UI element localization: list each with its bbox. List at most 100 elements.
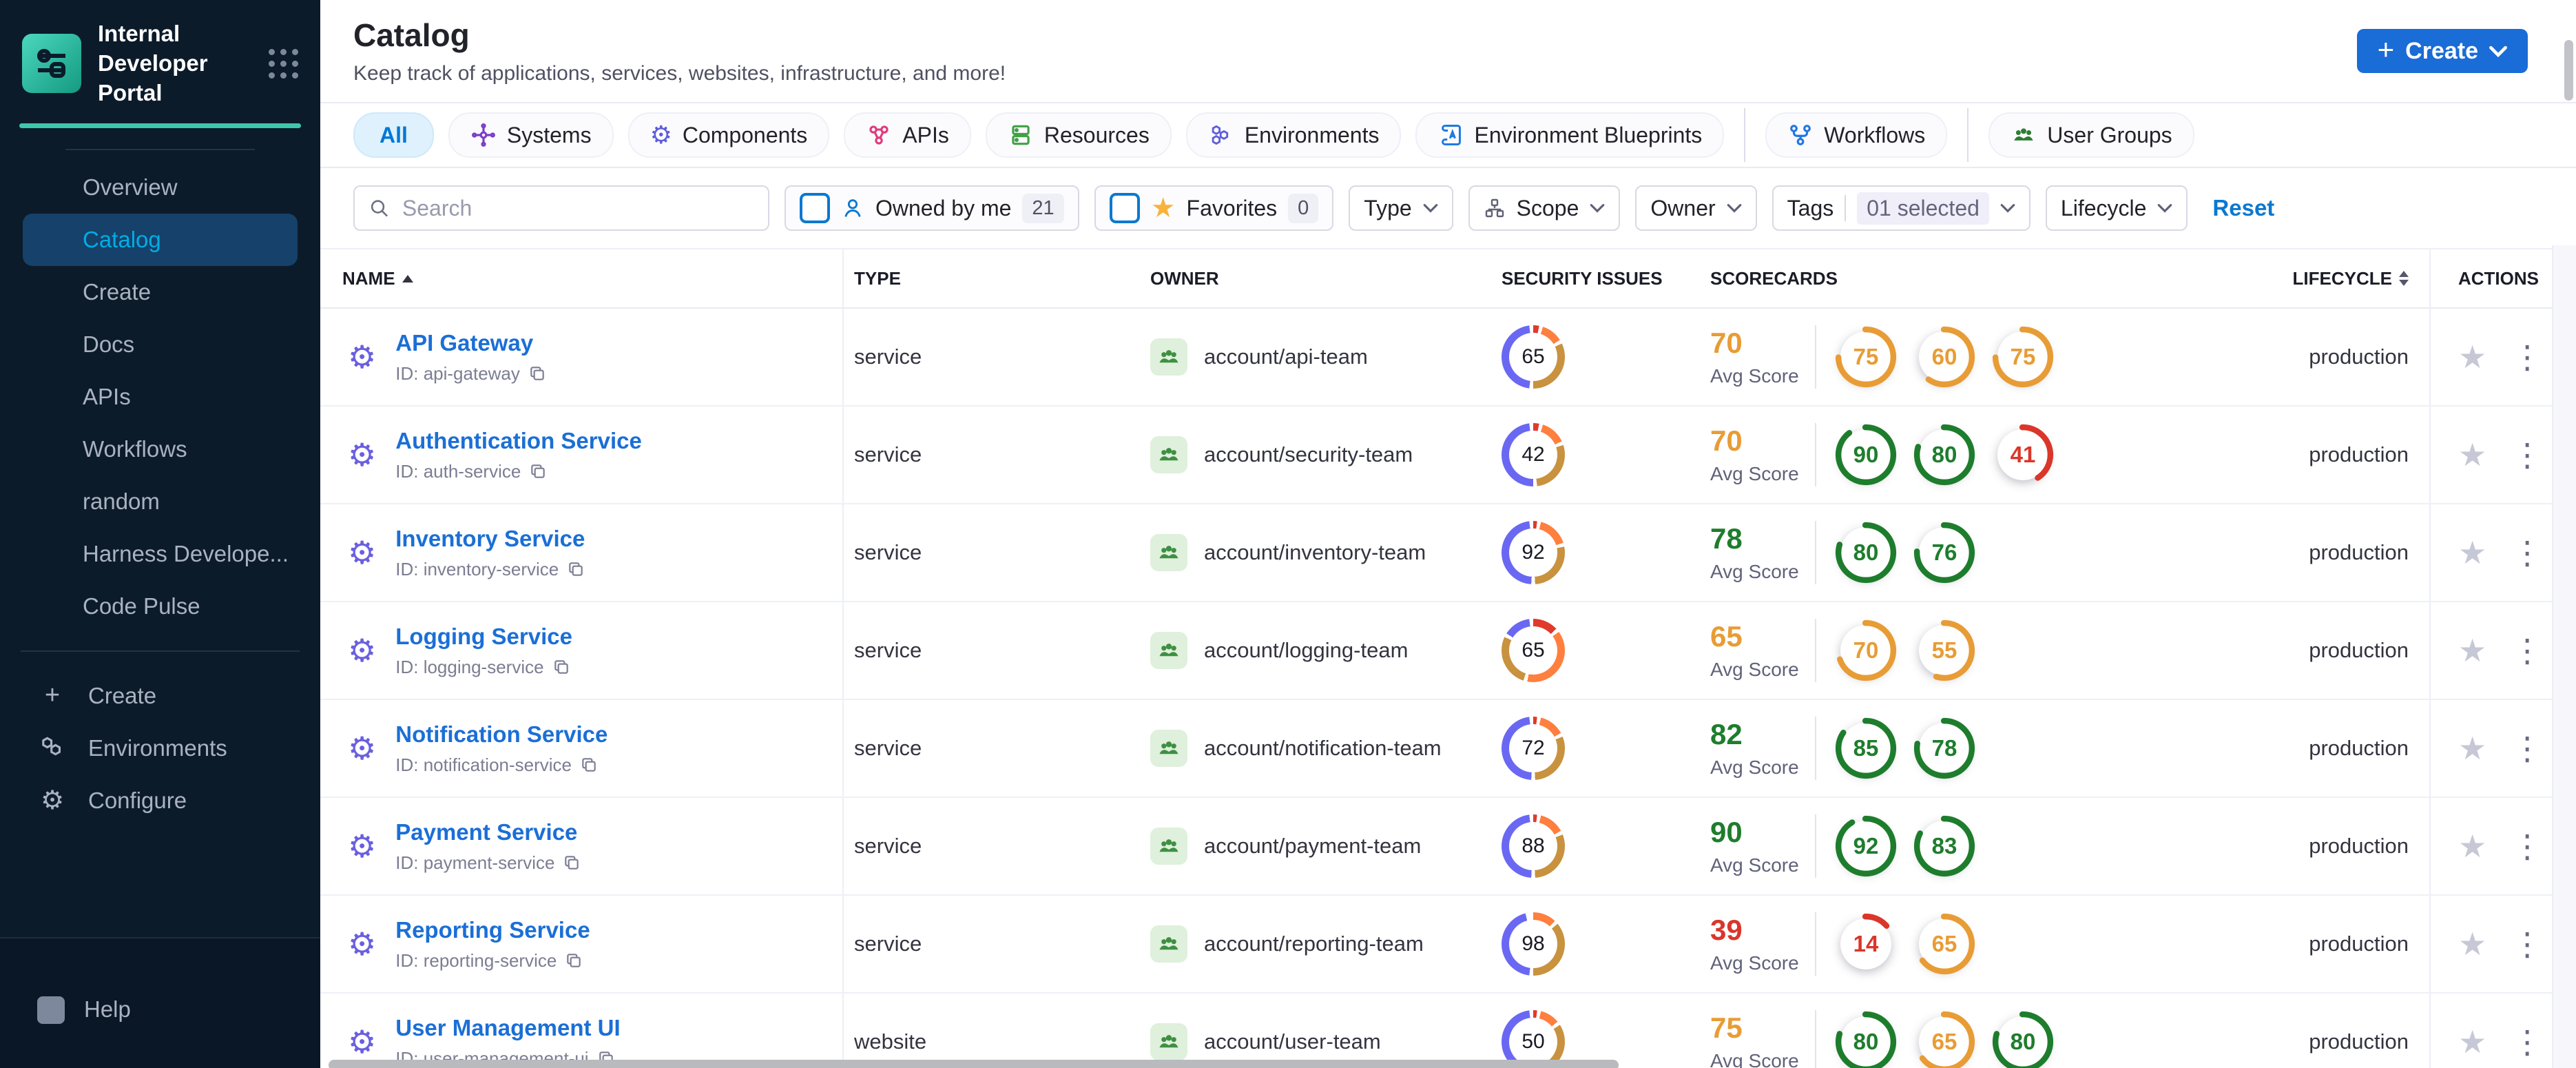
reset-filters-link[interactable]: Reset [2212,195,2274,221]
components-gear-icon: ⚙ [650,121,672,150]
sidebar-item-docs[interactable]: Docs [23,318,298,371]
favorite-star-button[interactable]: ★ [2458,338,2486,376]
tags-dropdown[interactable]: Tags 01 selected [1772,185,2030,231]
favorites-filter[interactable]: ★ Favorites 0 [1094,185,1334,231]
entity-name-link[interactable]: Logging Service [395,624,572,650]
vertical-scrollbar[interactable] [2564,40,2573,101]
owned-by-me-checkbox[interactable] [800,193,830,223]
sidebar-item-overview[interactable]: Overview [23,161,298,214]
column-header-lifecycle[interactable]: LIFECYCLE [2108,249,2431,307]
search-box[interactable] [353,185,769,231]
sidebar-item-workflows[interactable]: Workflows [23,423,298,475]
sidebar-footer: Help [0,937,320,1068]
tab-resources[interactable]: Resources [985,112,1172,158]
help-icon [37,996,65,1024]
entity-name-link[interactable]: Reporting Service [395,917,590,943]
copy-icon[interactable] [529,462,547,480]
copy-icon[interactable] [565,952,583,969]
scorecard-ring[interactable]: 70 [1834,619,1898,682]
app-switcher-icon[interactable] [269,48,298,79]
favorite-star-button[interactable]: ★ [2458,632,2486,669]
tab-environments[interactable]: Environments [1185,112,1402,158]
scorecard-ring[interactable]: 55 [1913,619,1976,682]
scorecard-ring[interactable]: 80 [1834,1010,1898,1068]
scorecard-ring[interactable]: 65 [1913,1010,1976,1068]
scorecard-ring[interactable]: 83 [1913,814,1976,878]
scorecard-ring[interactable]: 65 [1913,912,1976,976]
search-input[interactable] [400,194,754,222]
entity-name-link[interactable]: User Management UI [395,1015,620,1041]
entity-name-link[interactable]: Authentication Service [395,428,642,454]
owned-by-me-filter[interactable]: Owned by me 21 [785,185,1079,231]
tab-systems[interactable]: Systems [448,112,614,158]
sidebar-item-create[interactable]: Create [23,266,298,318]
scorecard-ring[interactable]: 78 [1913,717,1976,780]
sidebar-item-random[interactable]: random [23,475,298,528]
kebab-menu-button[interactable]: ⋮ [2511,828,2543,865]
owner-dropdown[interactable]: Owner [1635,185,1757,231]
entity-name-link[interactable]: Inventory Service [395,526,585,552]
table-row: ⚙ User Management UI ID: user-management… [320,994,2576,1068]
create-button[interactable]: + Create [2356,29,2528,73]
chevron-down-icon [2000,204,2015,213]
tab-all[interactable]: All [353,112,434,158]
copy-icon[interactable] [567,560,585,578]
owner-name: account/reporting-team [1204,932,1424,956]
scorecard-ring[interactable]: 90 [1834,423,1898,486]
scope-dropdown[interactable]: Scope [1468,185,1621,231]
divider [1815,521,1816,584]
sidebar-item-apis[interactable]: APIs [23,371,298,423]
tab-apis[interactable]: APIs [844,112,971,158]
tab-environment-blueprints[interactable]: Environment Blueprints [1415,112,1725,158]
scorecard-ring[interactable]: 60 [1913,325,1976,389]
kebab-menu-button[interactable]: ⋮ [2511,1023,2543,1060]
kebab-menu-button[interactable]: ⋮ [2511,730,2543,767]
copy-icon[interactable] [563,854,581,872]
scorecard-ring[interactable]: 41 [1991,423,2055,486]
scorecard-ring[interactable]: 80 [1991,1010,2055,1068]
copy-icon[interactable] [552,658,570,676]
scorecard-ring[interactable]: 76 [1913,521,1976,584]
sidebar-item-harness-develope[interactable]: Harness Develope... [23,528,298,580]
sidebar-bottom-item-environments[interactable]: Environments [0,722,320,774]
kebab-menu-button[interactable]: ⋮ [2511,534,2543,571]
favorite-star-button[interactable]: ★ [2458,730,2486,767]
copy-icon[interactable] [528,364,546,382]
favorite-star-button[interactable]: ★ [2458,1023,2486,1060]
lifecycle-dropdown[interactable]: Lifecycle [2045,185,2188,231]
scorecard-ring[interactable]: 14 [1834,912,1898,976]
entity-id: ID: payment-service [395,852,581,874]
entity-name-link[interactable]: Payment Service [395,819,581,845]
kebab-menu-button[interactable]: ⋮ [2511,632,2543,669]
favorite-star-button[interactable]: ★ [2458,534,2486,571]
help-label[interactable]: Help [84,996,131,1023]
entity-type: service [854,442,922,466]
favorite-star-button[interactable]: ★ [2458,925,2486,963]
scorecard-ring[interactable]: 80 [1834,521,1898,584]
sidebar-item-catalog[interactable]: Catalog [23,213,298,266]
scorecard-ring[interactable]: 75 [1834,325,1898,389]
favorites-checkbox[interactable] [1109,193,1140,223]
favorite-star-button[interactable]: ★ [2458,436,2486,473]
sidebar-bottom-item-configure[interactable]: ⚙ Configure [0,774,320,827]
kebab-menu-button[interactable]: ⋮ [2511,925,2543,963]
tab-components[interactable]: ⚙ Components [627,112,830,158]
scorecard-ring[interactable]: 75 [1991,325,2055,389]
scorecard-ring[interactable]: 80 [1913,423,1976,486]
scorecard-ring[interactable]: 92 [1834,814,1898,878]
scorecards: 75 60 75 [1834,325,2055,389]
tab-user-groups[interactable]: User Groups [1988,112,2194,158]
type-dropdown[interactable]: Type [1349,185,1453,231]
horizontal-scrollbar[interactable] [329,1060,1619,1068]
sidebar-bottom-item-create[interactable]: + Create [0,670,320,722]
favorite-star-button[interactable]: ★ [2458,828,2486,865]
column-header-name[interactable]: NAME [320,249,844,307]
sidebar-item-code-pulse[interactable]: Code Pulse [23,580,298,633]
tab-workflows[interactable]: Workflows [1765,112,1948,158]
scorecard-ring[interactable]: 85 [1834,717,1898,780]
kebab-menu-button[interactable]: ⋮ [2511,338,2543,376]
entity-name-link[interactable]: Notification Service [395,721,607,748]
entity-name-link[interactable]: API Gateway [395,330,546,356]
kebab-menu-button[interactable]: ⋮ [2511,436,2543,473]
copy-icon[interactable] [580,756,598,774]
